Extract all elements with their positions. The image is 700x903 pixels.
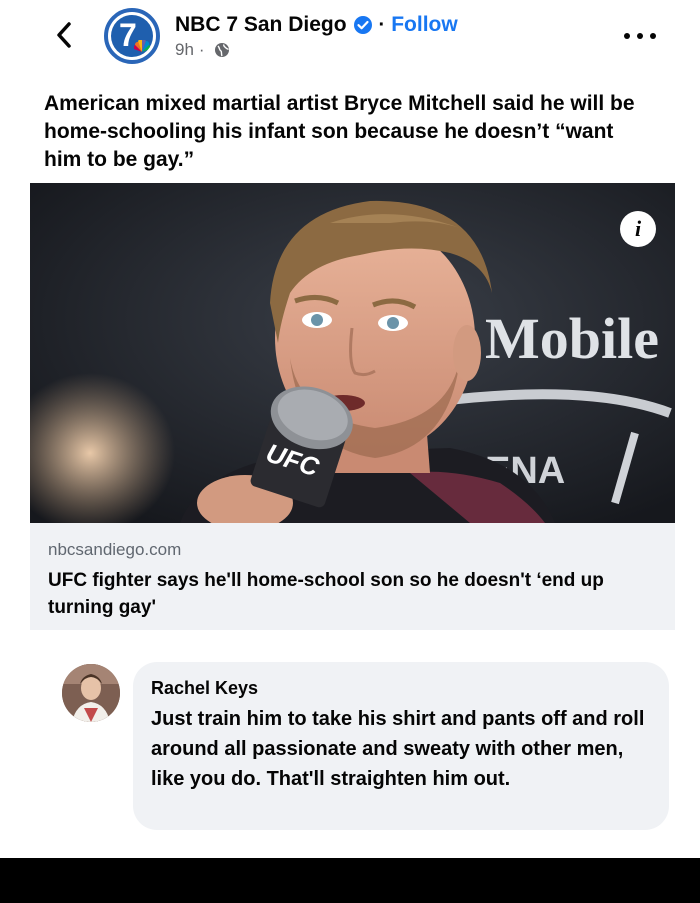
comment-bubble: Rachel Keys Just train him to take his s… [133, 662, 669, 830]
link-title: UFC fighter says he'll home-school son s… [48, 570, 604, 618]
commenter-avatar[interactable] [62, 664, 120, 722]
post-header: 7 NBC 7 San Diego · Follow 9h · [0, 0, 700, 80]
header-separator: · [378, 13, 386, 36]
post-time[interactable]: 9h [175, 40, 194, 60]
comment-text: Just train him to take his shirt and pan… [151, 708, 645, 790]
bottom-bar [0, 858, 700, 903]
fighter-photo: Mobile ENA UFC [30, 183, 675, 523]
chevron-left-icon [57, 22, 71, 48]
page-name[interactable]: NBC 7 San Diego [175, 13, 347, 37]
info-icon: i [634, 216, 642, 241]
more-horizontal-icon [650, 33, 656, 39]
link-preview-card[interactable]: Mobile ENA UFC i nbcsandiego.com UFC fig… [30, 183, 675, 630]
comment: Rachel Keys Just train him to take his s… [0, 660, 700, 840]
post-meta: 9h · [175, 40, 230, 60]
nbc-logo: 7 [111, 15, 153, 57]
commenter-name[interactable]: Rachel Keys [151, 676, 651, 700]
page-name-row: NBC 7 San Diego · Follow [175, 10, 458, 40]
follow-button[interactable]: Follow [391, 13, 458, 37]
sign-text-mobile: Mobile [485, 306, 659, 371]
more-horizontal-icon [637, 33, 643, 39]
post-text: American mixed martial artist Bryce Mitc… [44, 92, 635, 171]
meta-separator: · [198, 40, 205, 59]
verified-badge-icon [353, 16, 372, 34]
link-preview-image[interactable]: Mobile ENA UFC i [30, 183, 675, 523]
page-avatar[interactable]: 7 [104, 8, 160, 64]
back-button[interactable] [50, 18, 78, 52]
more-options-button[interactable] [624, 26, 656, 46]
link-preview-meta[interactable]: nbcsandiego.com UFC fighter says he'll h… [30, 523, 675, 630]
globe-icon [214, 43, 229, 57]
peacock-icon [134, 40, 150, 52]
info-button[interactable]: i [620, 211, 656, 247]
commenter-photo [62, 664, 120, 722]
link-domain: nbcsandiego.com [48, 540, 182, 559]
more-horizontal-icon [624, 33, 630, 39]
